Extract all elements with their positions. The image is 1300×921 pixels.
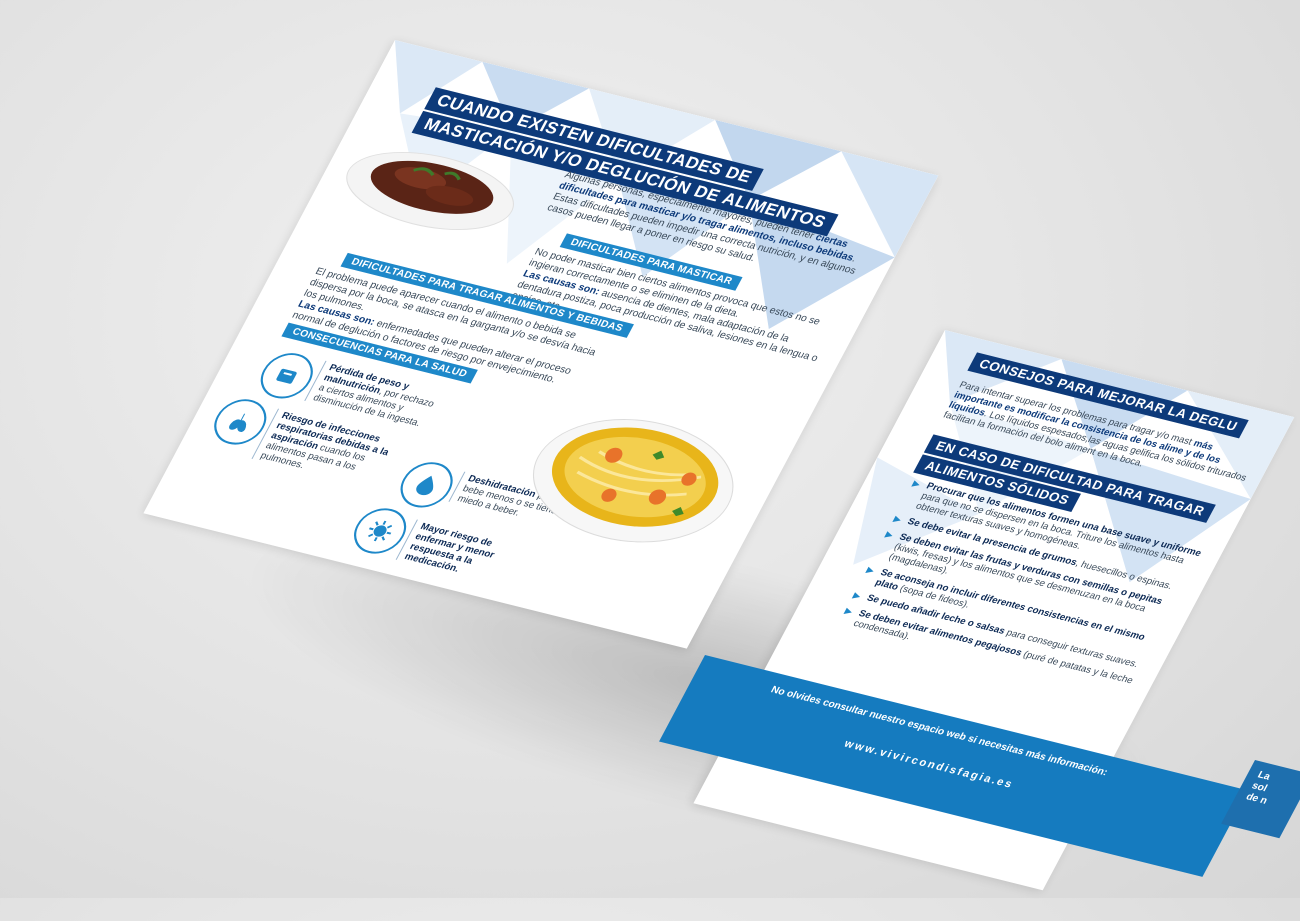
noodle-soup-photo bbox=[532, 419, 734, 543]
back-panel-corner: La sol de n bbox=[1221, 760, 1300, 839]
back-panel-text: La sol de n bbox=[1243, 770, 1300, 815]
back-panel-line-3: de n bbox=[1243, 791, 1270, 807]
water-drop-icon bbox=[391, 457, 462, 513]
triangle-bullet-icon: ▶ bbox=[843, 605, 855, 617]
consequence-illness-bold: Mayor riesgo de enfermar y menor respues… bbox=[402, 521, 497, 575]
consequence-respiratory: Riesgo de infecciones respiratorias debi… bbox=[251, 408, 402, 490]
triangle-bullet-icon: ▶ bbox=[851, 590, 863, 601]
